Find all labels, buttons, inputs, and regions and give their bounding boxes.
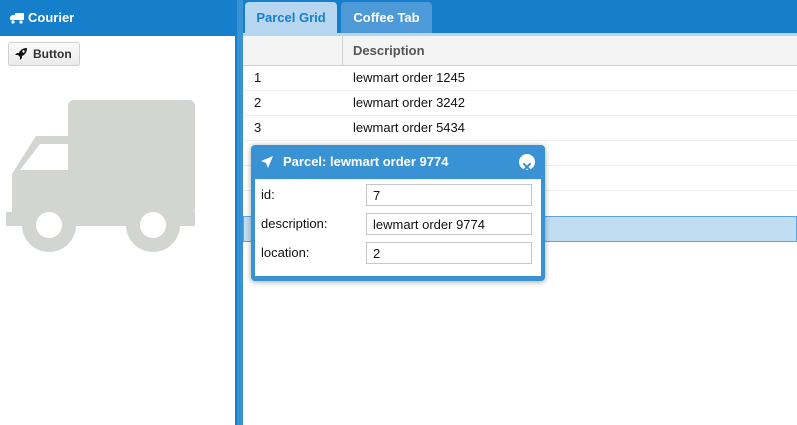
courier-panel: Courier Button [0,0,235,425]
cell-description: lewmart order 5434 [353,120,465,135]
description-field[interactable] [366,213,532,235]
grid-header: Description [243,36,797,66]
form-row-location: location: [255,240,541,266]
paper-plane-icon [261,156,273,168]
rocket-icon [15,48,27,60]
rocket-button[interactable]: Button [8,42,80,66]
parcel-window-header[interactable]: Parcel: lewmart order 9774 [251,145,545,178]
id-field[interactable] [366,184,532,206]
cell-id: 3 [254,120,262,135]
table-row[interactable]: 3 lewmart order 5434 [243,116,797,141]
parcel-window[interactable]: Parcel: lewmart order 9774 id: descripti… [251,145,545,281]
tab-coffee[interactable]: Coffee Tab [341,2,432,33]
parcel-form: id: description: location: [255,179,541,276]
close-icon[interactable] [519,154,535,171]
tab-parcel-grid[interactable]: Parcel Grid [245,2,337,33]
cell-id: 2 [254,95,262,110]
panel-splitter[interactable] [235,0,243,425]
courier-panel-title: Courier [28,10,75,25]
cell-description: lewmart order 1245 [353,70,465,85]
button-label: Button [33,47,72,61]
form-row-description: description: [255,211,541,237]
truck-icon [10,13,24,24]
form-row-id: id: [255,182,541,208]
parcel-window-title: Parcel: lewmart order 9774 [283,154,449,169]
table-row[interactable]: 2 lewmart order 3242 [243,91,797,116]
id-label: id: [261,187,275,202]
description-label: description: [261,216,328,231]
truck-icon-large [6,100,195,252]
table-row[interactable]: 1 lewmart order 1245 [243,66,797,91]
cell-description: lewmart order 3242 [353,95,465,110]
location-label: location: [261,245,310,260]
courier-panel-header: Courier [0,0,235,36]
location-field[interactable] [366,242,532,264]
cell-id: 1 [254,70,262,85]
column-header-description[interactable]: Description [353,36,425,65]
column-header-id[interactable] [243,36,343,65]
tab-bar: Parcel Grid Coffee Tab [243,0,797,36]
